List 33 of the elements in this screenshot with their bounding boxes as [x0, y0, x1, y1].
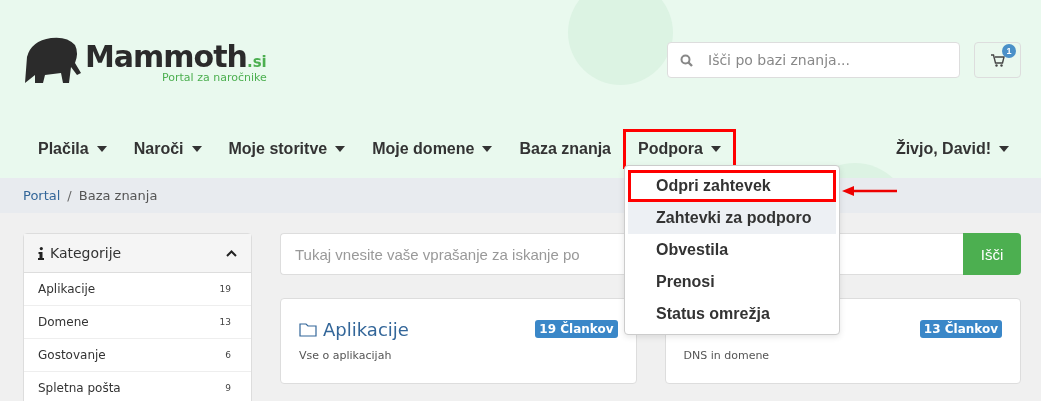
cart-count-badge: 1: [1002, 44, 1016, 58]
logo-tagline: Portal za naročnike: [162, 71, 267, 84]
user-menu[interactable]: Živjo, David!: [880, 129, 1024, 169]
category-item[interactable]: Domene 13: [24, 306, 251, 339]
article-count-badge: 19 Člankov: [535, 320, 618, 338]
breadcrumb-separator: /: [67, 188, 72, 203]
category-count: 13: [219, 317, 231, 327]
logo-name: Mammoth: [85, 41, 247, 73]
category-item[interactable]: Spletna pošta 9: [24, 372, 251, 401]
info-icon: [38, 246, 44, 260]
logo-domain: .si: [246, 53, 267, 71]
category-count: 19: [219, 284, 231, 294]
categories-title: Kategorije: [50, 245, 123, 261]
search-field[interactable]: Išči po bazi znanja...: [667, 42, 960, 78]
category-count: 9: [225, 383, 231, 393]
dropdown-item[interactable]: Zahtevki za podporo: [628, 202, 836, 234]
search-icon: [680, 54, 693, 67]
arrow-annotation: [842, 185, 898, 197]
card-description: DNS in domene: [683, 349, 771, 362]
breadcrumb-current[interactable]: Baza znanja: [78, 188, 158, 203]
category-count: 6: [225, 350, 231, 360]
category-item[interactable]: Aplikacije 19: [24, 273, 251, 306]
card-description: Vse o aplikacijah: [299, 349, 393, 362]
categories-header[interactable]: Kategorije: [24, 234, 251, 273]
dropdown-item[interactable]: Odpri zahtevek: [628, 170, 836, 202]
caret-icon: [999, 146, 1009, 152]
cart-icon: [990, 53, 1005, 67]
card-title[interactable]: Aplikacije: [323, 318, 530, 340]
breadcrumb-link[interactable]: Portal: [23, 188, 61, 203]
mammoth-logo-icon: [23, 35, 83, 85]
category-item[interactable]: Gostovanje 6: [24, 339, 251, 372]
article-count-badge: 13 Člankov: [919, 320, 1002, 338]
folder-icon: [299, 321, 317, 337]
